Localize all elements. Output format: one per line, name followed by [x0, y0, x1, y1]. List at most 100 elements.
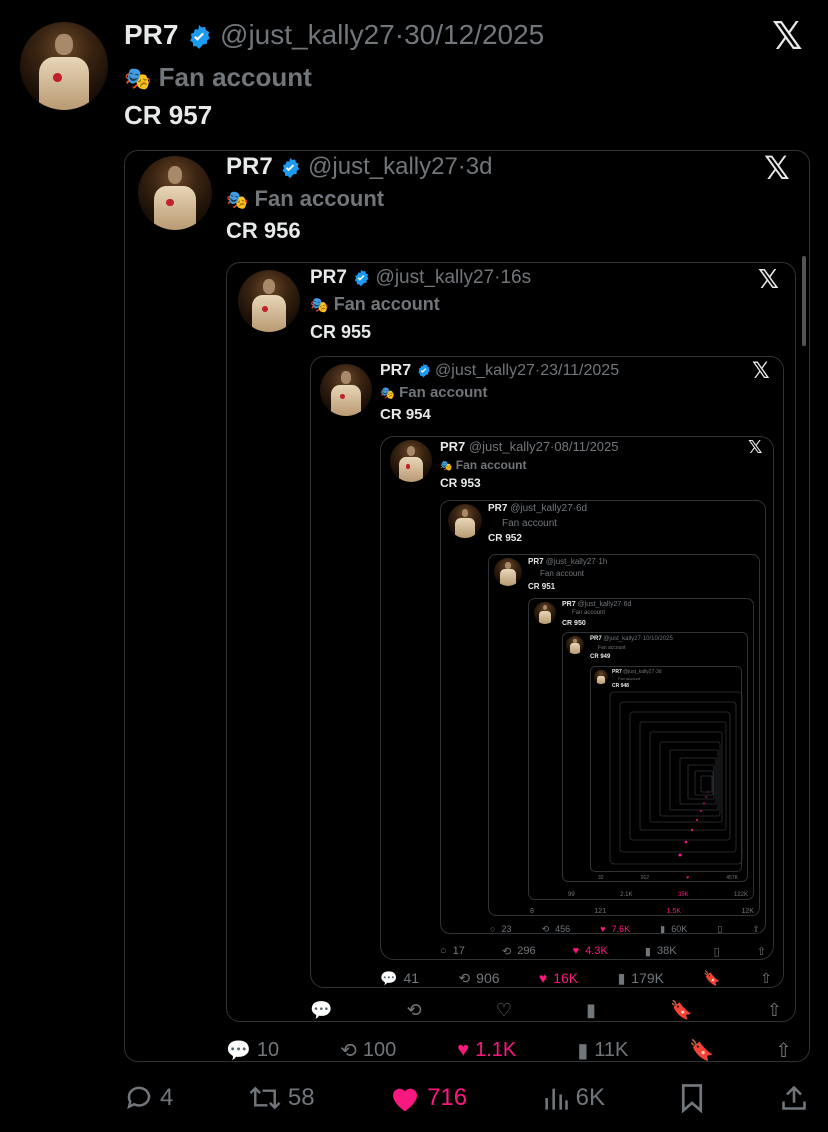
- repost-button[interactable]: 2.1K: [620, 892, 632, 898]
- tweet-actions: ○ 23 ⟲ 456 ♥ 7.6K ▮ 60K ▯ ⇧: [490, 922, 760, 936]
- reply-count: 23: [501, 924, 512, 934]
- repost-button[interactable]: ⟲: [407, 1000, 422, 1021]
- share-button[interactable]: ⇧: [775, 1038, 792, 1063]
- bookmark-button[interactable]: [679, 1083, 705, 1113]
- share-button[interactable]: ⇧: [752, 924, 760, 935]
- reply-button[interactable]: ○ 17: [440, 945, 465, 957]
- reply-button[interactable]: 💬: [310, 1000, 332, 1021]
- x-logo-icon[interactable]: 𝕏: [758, 266, 779, 292]
- author-handle[interactable]: @just_kally27: [220, 19, 395, 50]
- x-logo-icon[interactable]: 𝕏: [752, 360, 770, 382]
- tweet-date[interactable]: 6d: [624, 601, 632, 608]
- like-button[interactable]: 716: [389, 1083, 467, 1113]
- like-button[interactable]: ♥ 1.1K: [457, 1039, 516, 1062]
- bookmark-button[interactable]: 🔖: [670, 1000, 692, 1021]
- bookmark-button[interactable]: 🔖: [703, 970, 720, 987]
- account-label: Fan account: [618, 676, 641, 681]
- avatar[interactable]: [566, 636, 584, 654]
- avatar[interactable]: [594, 670, 608, 684]
- author-name[interactable]: PR7: [310, 267, 347, 288]
- reply-button[interactable]: ○ 23: [490, 924, 511, 934]
- avatar[interactable]: [494, 558, 522, 586]
- reply-button[interactable]: 4: [124, 1083, 173, 1113]
- author-name[interactable]: PR7: [488, 503, 507, 514]
- tweet-date[interactable]: 3d: [656, 669, 662, 675]
- views-button[interactable]: ▮ 60K: [660, 924, 687, 935]
- x-logo-icon[interactable]: 𝕏: [748, 438, 763, 456]
- author-name[interactable]: PR7: [528, 557, 544, 566]
- share-button[interactable]: ⇧: [757, 945, 766, 958]
- tweet-date[interactable]: 30/12/2025: [404, 19, 544, 50]
- repost-button[interactable]: 121: [594, 908, 606, 915]
- author-name[interactable]: PR7: [380, 362, 411, 379]
- like-button[interactable]: ♥ 4.3K: [573, 945, 608, 957]
- reply-button[interactable]: 💬 10: [226, 1038, 279, 1063]
- repost-button[interactable]: ⟲ 296: [502, 945, 536, 958]
- share-button[interactable]: ⇧: [760, 970, 772, 987]
- share-button[interactable]: ⇧: [767, 1000, 782, 1021]
- views-button[interactable]: ▮ 38K: [645, 945, 677, 958]
- avatar[interactable]: [448, 504, 482, 538]
- author-name[interactable]: PR7: [440, 439, 465, 454]
- like-button[interactable]: ♡: [496, 1000, 512, 1021]
- views-button[interactable]: ▮ 11K: [577, 1038, 628, 1063]
- avatar[interactable]: [138, 156, 212, 230]
- author-handle[interactable]: @just_kally27: [546, 557, 596, 566]
- reply-button[interactable]: 8: [530, 908, 534, 915]
- scrollbar[interactable]: [802, 256, 806, 346]
- author-name[interactable]: PR7: [124, 19, 178, 50]
- bookmark-button[interactable]: 🔖: [689, 1038, 714, 1063]
- tweet-date[interactable]: 10/10/2025: [643, 636, 673, 642]
- like-button[interactable]: 1.5K: [667, 908, 681, 915]
- tweet-date[interactable]: 3d: [466, 153, 493, 180]
- author-handle[interactable]: @just_kally27: [469, 439, 550, 454]
- bookmark-button[interactable]: ▯: [714, 945, 720, 958]
- avatar[interactable]: [238, 270, 300, 332]
- tweet-date[interactable]: 23/11/2025: [540, 362, 619, 379]
- like-button[interactable]: 35K: [678, 892, 689, 898]
- author-handle[interactable]: @just_kally27: [376, 267, 495, 288]
- x-logo-icon[interactable]: 𝕏: [772, 18, 803, 56]
- repost-button[interactable]: ⟲ 906: [458, 970, 499, 987]
- share-button[interactable]: [780, 1083, 808, 1113]
- author-name[interactable]: PR7: [612, 669, 622, 675]
- repost-button[interactable]: ⟲ 100: [340, 1038, 396, 1063]
- like-button[interactable]: ♥ 7.6K: [600, 924, 630, 934]
- views-button[interactable]: ▮ 179K: [618, 970, 664, 987]
- views-count: 12K: [741, 908, 754, 915]
- like-button[interactable]: ♥ 16K: [539, 970, 578, 986]
- avatar[interactable]: [320, 364, 372, 416]
- theater-mask-icon: 🎭: [310, 297, 329, 314]
- repost-icon: ⟲: [501, 945, 512, 958]
- avatar[interactable]: [390, 440, 432, 482]
- repost-button[interactable]: 58: [248, 1083, 315, 1113]
- author-handle[interactable]: @just_kally27: [510, 503, 572, 514]
- tweet-date[interactable]: 16s: [500, 267, 531, 288]
- reply-button[interactable]: 99: [568, 892, 575, 898]
- x-logo-icon[interactable]: 𝕏: [764, 152, 790, 184]
- views-button[interactable]: 6K: [542, 1083, 605, 1113]
- bookmark-button[interactable]: ▯: [717, 924, 722, 935]
- tweet-date[interactable]: 6d: [576, 503, 587, 514]
- author-handle[interactable]: @just_kally27: [435, 362, 535, 379]
- author-name[interactable]: PR7: [562, 601, 576, 608]
- views-button[interactable]: 122K: [734, 892, 748, 898]
- author-name[interactable]: PR7: [226, 153, 273, 180]
- views-button[interactable]: 12K: [742, 908, 754, 915]
- tweet-date[interactable]: 1h: [598, 557, 607, 566]
- author-handle[interactable]: @just_kally27: [623, 669, 654, 675]
- author-handle[interactable]: @just_kally27: [578, 601, 622, 608]
- author-name[interactable]: PR7: [590, 636, 602, 642]
- theater-mask-icon: 🎭: [440, 461, 453, 472]
- author-handle[interactable]: @just_kally27: [308, 153, 458, 180]
- author-handle[interactable]: @just_kally27: [603, 636, 640, 642]
- tweet-actions: 4 58 716 6K: [124, 1080, 808, 1116]
- repost-button[interactable]: ⟲ 456: [542, 924, 571, 935]
- account-label: Fan account: [572, 610, 606, 616]
- avatar[interactable]: [534, 602, 556, 624]
- reply-button[interactable]: 💬 41: [380, 970, 419, 987]
- views-button[interactable]: ▮: [586, 1000, 596, 1021]
- tweet-date[interactable]: 08/11/2025: [554, 439, 618, 454]
- avatar[interactable]: [20, 22, 108, 110]
- reply-count: 4: [160, 1084, 174, 1111]
